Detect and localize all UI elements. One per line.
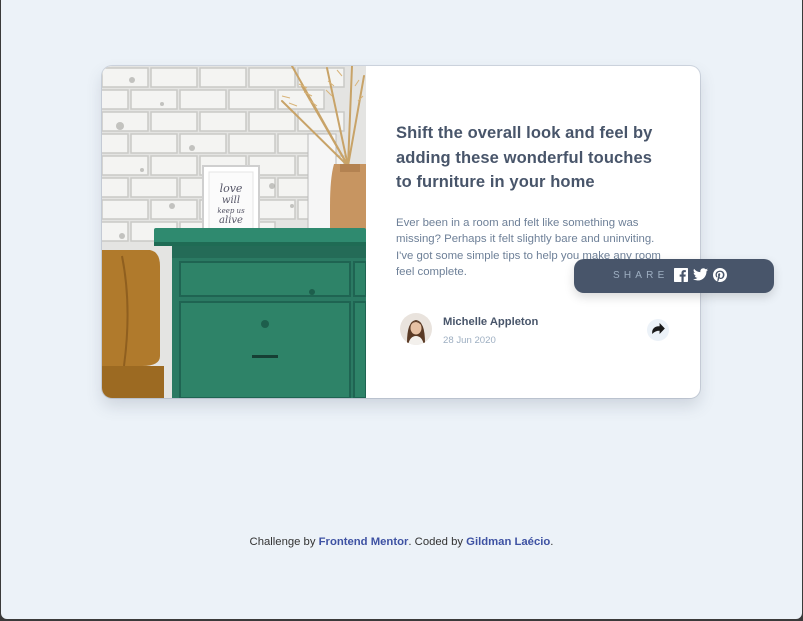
article-content: Shift the overall look and feel by addin… — [396, 121, 672, 281]
attribution-middle: . Coded by — [408, 536, 467, 548]
share-icons — [674, 268, 727, 282]
print-text-line: love — [220, 182, 243, 195]
author-info: Michelle Appleton 28 Jun 2020 — [400, 313, 672, 347]
share-button[interactable] — [647, 319, 669, 341]
attribution-suffix: . — [550, 536, 554, 548]
avatar — [400, 313, 432, 345]
frontend-mentor-link[interactable]: Frontend Mentor — [319, 536, 409, 548]
attribution-prefix: Challenge by — [249, 536, 319, 548]
article-preview-card: love will keep us alive Shift the overal… — [102, 66, 700, 398]
pinterest-icon[interactable] — [713, 268, 727, 282]
attribution: Challenge by Frontend Mentor. Coded by G… — [1, 536, 802, 548]
facebook-icon[interactable] — [674, 268, 688, 282]
article-title: Shift the overall look and feel by addin… — [396, 124, 653, 191]
share-popup: SHARE — [574, 259, 774, 293]
article-image: love will keep us alive — [102, 66, 366, 398]
share-label: SHARE — [613, 270, 669, 281]
author-name: Michelle Appleton — [443, 316, 539, 328]
print-text-line: keep us — [217, 207, 245, 215]
page-background: love will keep us alive Shift the overal… — [1, 0, 802, 619]
twitter-icon[interactable] — [693, 268, 708, 282]
share-arrow-icon — [651, 321, 665, 339]
print-text-line: alive — [219, 215, 243, 226]
publish-date: 28 Jun 2020 — [443, 335, 496, 346]
author-link[interactable]: Gildman Laécio — [466, 536, 550, 548]
print-text-line: will — [222, 195, 240, 206]
